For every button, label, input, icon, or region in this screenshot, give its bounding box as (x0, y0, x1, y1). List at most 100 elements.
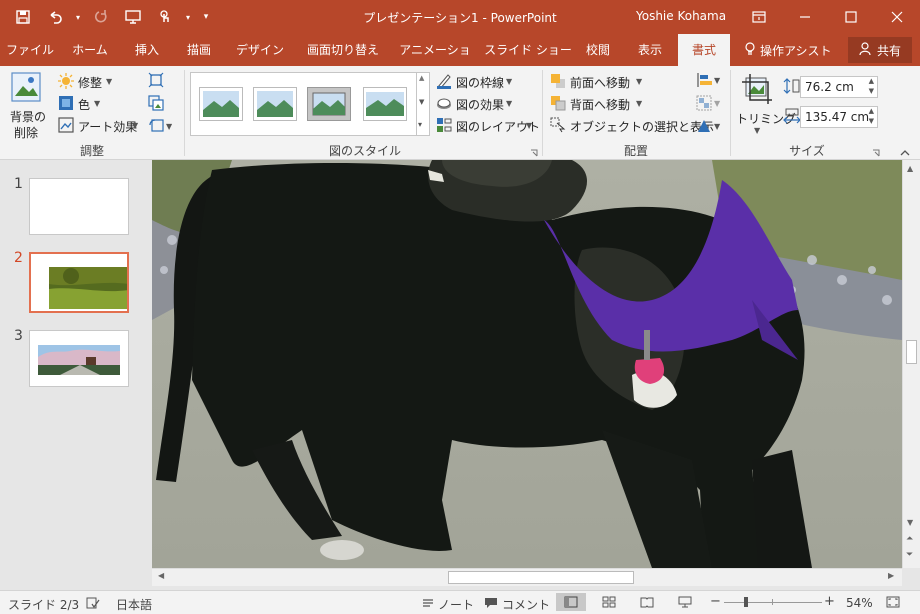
scroll-down-icon[interactable]: ▼ (907, 518, 913, 527)
picture-layout-button[interactable]: 図のレイアウト ▼ (436, 116, 540, 136)
tab-animations[interactable]: アニメーション (394, 34, 476, 89)
layout-icon (436, 117, 452, 136)
crop-button[interactable]: トリミング ▼ (736, 70, 796, 138)
dialog-launcher-icon[interactable] (530, 146, 538, 160)
fit-to-window-icon[interactable] (886, 596, 900, 611)
send-backward-button[interactable]: 背面へ移動 ▼ (550, 94, 646, 114)
tab-transitions[interactable]: 画面切り替え (298, 34, 388, 66)
scroll-up-icon[interactable]: ▲ (907, 164, 913, 173)
ribbon-tabs: ファイル ホーム 挿入 描画 デザイン 画面切り替え アニメーション スライド … (0, 34, 920, 89)
comments-label: コメント (502, 598, 551, 612)
chevron-down-icon: ▼ (636, 99, 643, 108)
effects-icon (436, 95, 452, 114)
user-name[interactable]: Yoshie Kohama (636, 9, 726, 23)
scroll-thumb[interactable] (906, 340, 917, 364)
slide-sorter-icon[interactable] (602, 596, 616, 611)
normal-view-icon[interactable] (556, 593, 586, 611)
tab-home[interactable]: ホーム (62, 34, 118, 66)
next-slide-icon[interactable]: ⏷ (906, 550, 913, 560)
gallery-scroll[interactable]: ▲ ▼ ▾ (416, 72, 430, 136)
reading-view-icon[interactable] (640, 596, 654, 611)
tab-view[interactable]: 表示 (628, 34, 672, 66)
tell-me-box[interactable]: 操作アシスト (744, 34, 832, 66)
slide-thumbnail-1[interactable] (29, 178, 129, 235)
width-value: 135.47 cm (805, 110, 870, 124)
compress-pictures-icon[interactable] (148, 72, 164, 91)
chevron-up-icon[interactable]: ▲ (419, 74, 424, 82)
reset-picture-icon[interactable]: ▼ (148, 118, 173, 137)
dialog-launcher-icon[interactable] (872, 146, 880, 160)
remove-background-button[interactable]: 背景の 削除 (4, 70, 48, 140)
previous-slide-icon[interactable]: ⏶ (906, 534, 913, 544)
tab-format[interactable]: 書式 (678, 34, 730, 66)
bring-forward-label: 前面へ移動 (570, 76, 631, 90)
minimize-icon[interactable] (782, 0, 828, 34)
chevron-down-icon: ▼ (526, 121, 533, 130)
pen-icon (436, 73, 452, 92)
horizontal-scrollbar[interactable]: ◀ ▶ (152, 568, 902, 586)
collapse-ribbon-icon[interactable] (900, 146, 910, 160)
share-button[interactable]: 共有 (848, 37, 912, 63)
scroll-left-icon[interactable]: ◀ (158, 571, 164, 580)
zoom-out-icon[interactable]: − (710, 594, 721, 609)
slideshow-icon[interactable] (678, 596, 692, 611)
zoom-level[interactable]: 54% (846, 596, 873, 610)
comments-button[interactable]: コメント (484, 596, 550, 613)
zoom-slider-thumb[interactable] (744, 597, 748, 607)
rotate-icon[interactable]: ▼ (696, 118, 722, 137)
separator (184, 70, 185, 156)
color-button[interactable]: 色 ▼ (58, 94, 118, 114)
close-icon[interactable] (874, 0, 920, 34)
picture-effects-button[interactable]: 図の効果 ▼ (436, 94, 516, 114)
picture-style-2[interactable] (253, 87, 297, 121)
slide-thumbnail-3[interactable] (29, 330, 129, 387)
zoom-slider-midmark (772, 599, 773, 605)
language-indicator[interactable]: 日本語 (116, 596, 152, 613)
more-icon[interactable]: ▾ (418, 120, 422, 129)
zoom-in-icon[interactable]: + (824, 594, 835, 609)
scroll-thumb[interactable] (448, 571, 634, 584)
align-icon[interactable]: ▼ (696, 72, 722, 91)
slide-counter: スライド 2/3 (8, 598, 80, 612)
change-picture-icon[interactable] (148, 95, 164, 114)
chevron-down-icon[interactable]: ▼ (419, 98, 424, 106)
slide-thumbnail-panel: 1 2 3 (0, 160, 152, 590)
notes-button[interactable]: ノート (422, 596, 474, 613)
selection-pane-label: オブジェクトの選択と表示 (570, 120, 715, 134)
zoom-slider[interactable] (724, 597, 822, 607)
maximize-icon[interactable] (828, 0, 874, 34)
scroll-right-icon[interactable]: ▶ (888, 571, 894, 580)
slide-canvas[interactable] (152, 160, 902, 568)
tab-file[interactable]: ファイル (4, 34, 56, 66)
picture-style-4[interactable] (363, 87, 407, 121)
height-field[interactable]: 76.2 cm ▲ ▼ (800, 76, 878, 98)
vertical-scrollbar[interactable]: ▲ ▼ ⏶ ⏷ (902, 160, 920, 568)
tab-draw[interactable]: 描画 (176, 34, 222, 66)
spelling-icon[interactable] (86, 596, 100, 613)
artistic-effects-button[interactable]: アート効果 ▼ (58, 116, 144, 136)
width-field[interactable]: 135.47 cm ▲ ▼ (800, 106, 878, 128)
spin-down-icon[interactable]: ▼ (869, 115, 874, 127)
picture-style-1[interactable] (199, 87, 243, 121)
tab-review[interactable]: 校閲 (580, 34, 616, 66)
height-icon (783, 78, 801, 97)
tab-design[interactable]: デザイン (228, 34, 292, 66)
ribbon-display-icon[interactable] (736, 0, 782, 34)
bring-forward-button[interactable]: 前面へ移動 ▼ (550, 72, 646, 92)
chevron-down-icon: ▼ (132, 121, 139, 130)
selection-pane-icon (550, 117, 566, 136)
tab-slideshow[interactable]: スライド ショー (482, 34, 574, 66)
title-bar: ▾ ▾ ▾ プレゼンテーション1 - PowerPoint Yoshie Koh… (0, 0, 920, 34)
picture-border-button[interactable]: 図の枠線 ▼ (436, 72, 516, 92)
tab-insert[interactable]: 挿入 (124, 34, 170, 66)
dog-photo[interactable] (152, 160, 902, 568)
send-backward-label: 背面へ移動 (570, 98, 631, 112)
selection-pane-button[interactable]: オブジェクトの選択と表示 (550, 116, 714, 136)
spin-down-icon[interactable]: ▼ (869, 85, 874, 97)
group-objects-icon[interactable]: ▼ (696, 95, 722, 114)
slide-thumbnail-2[interactable] (29, 252, 129, 313)
picture-style-3[interactable] (307, 87, 351, 121)
remove-background-label-2: 削除 (14, 126, 39, 140)
corrections-button[interactable]: 修整 ▼ (58, 72, 124, 92)
arrange-group-label: 配置 (623, 144, 648, 158)
